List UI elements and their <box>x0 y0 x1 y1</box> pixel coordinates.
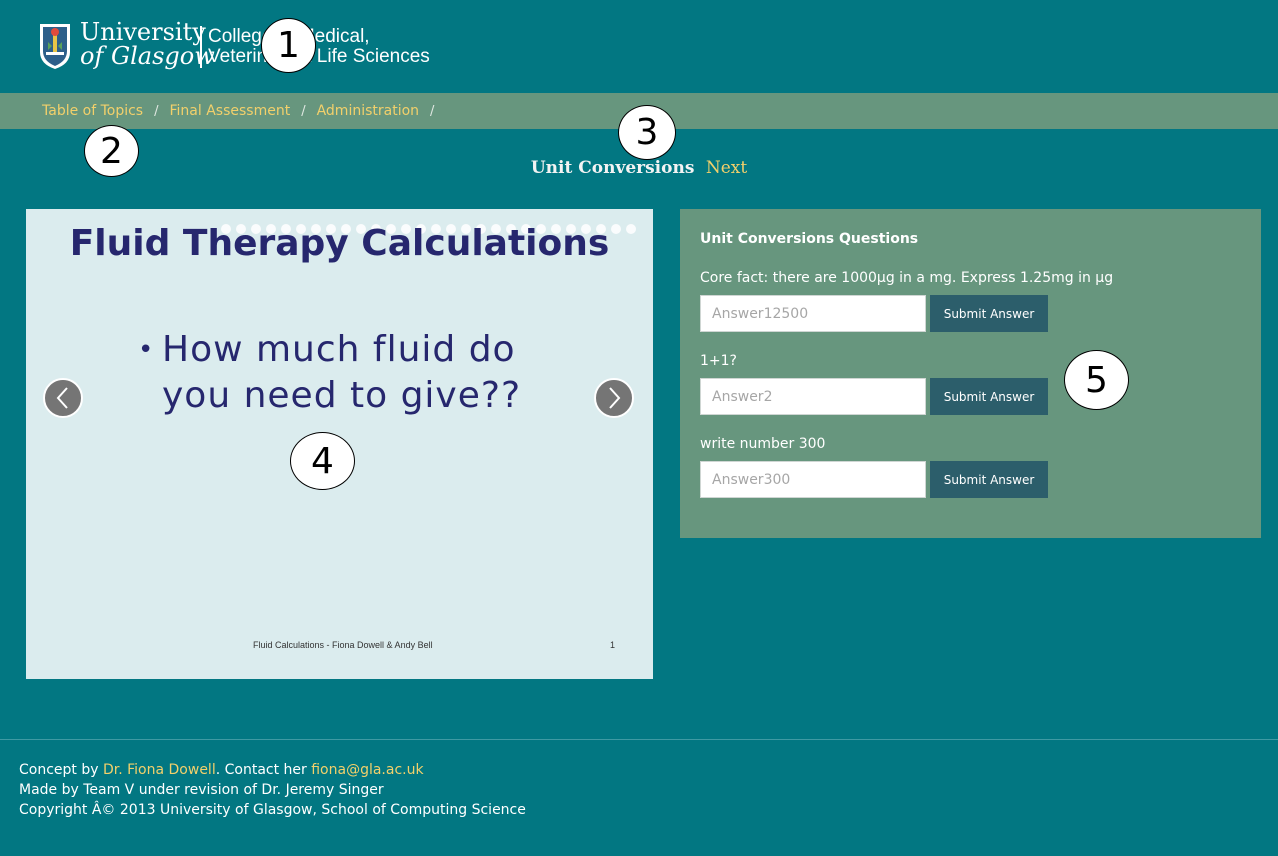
breadcrumb-table-of-topics[interactable]: Table of Topics <box>42 103 143 119</box>
crest-icon <box>40 24 70 69</box>
site-footer: Concept by Dr. Fiona Dowell. Contact her… <box>19 760 526 820</box>
answer-row: Submit Answer <box>700 378 1240 415</box>
question-label: 1+1? <box>700 353 737 369</box>
university-name-line1: University <box>80 18 206 46</box>
logo-divider <box>200 26 202 68</box>
breadcrumb-separator: / <box>301 103 306 119</box>
footer-made-by: Made by Team V under revision of Dr. Jer… <box>19 782 384 798</box>
callout-marker-5: 5 <box>1064 350 1129 410</box>
answer-row: Submit Answer <box>700 295 1240 332</box>
slide-page-number: 1 <box>610 640 616 650</box>
callout-marker-4: 4 <box>290 432 355 490</box>
question-1: Core fact: there are 1000µg in a mg. Exp… <box>700 270 1240 332</box>
university-name: University of Glasgow <box>80 20 215 68</box>
slide-title: Fluid Therapy Calculations <box>69 223 610 264</box>
question-label: write number 300 <box>700 436 826 452</box>
chevron-right-icon <box>609 387 621 409</box>
university-logo[interactable]: University of Glasgow College of Medical… <box>38 20 438 74</box>
question-2: 1+1? Submit Answer <box>700 353 1240 415</box>
next-slide-button[interactable] <box>594 378 634 418</box>
submit-answer-button[interactable]: Submit Answer <box>930 378 1048 415</box>
page-title-row: Unit Conversions Next <box>0 158 1278 178</box>
slide-bullet-line1: How much fluid do <box>162 329 516 370</box>
answer-input[interactable] <box>700 461 926 498</box>
breadcrumb-separator: / <box>154 103 159 119</box>
footer-concept-prefix: Concept by <box>19 762 103 778</box>
previous-slide-button[interactable] <box>43 378 83 418</box>
submit-answer-button[interactable]: Submit Answer <box>930 461 1048 498</box>
breadcrumb-final-assessment[interactable]: Final Assessment <box>170 103 291 119</box>
slide-footer: Fluid Calculations - Fiona Dowell & Andy… <box>253 640 433 650</box>
college-name-line2: Veterinary & Life Sciences <box>208 46 430 67</box>
callout-marker-2: 2 <box>84 125 139 177</box>
footer-contact-prefix: . Contact her <box>215 762 312 778</box>
chevron-left-icon <box>56 387 68 409</box>
submit-answer-button[interactable]: Submit Answer <box>930 295 1048 332</box>
questions-panel: Unit Conversions Questions Core fact: th… <box>680 209 1261 538</box>
breadcrumb-list: Table of Topics / Final Assessment / Adm… <box>42 93 445 129</box>
footer-concept-line: Concept by Dr. Fiona Dowell. Contact her… <box>19 760 526 780</box>
email-link[interactable]: fiona@gla.ac.uk <box>311 762 423 778</box>
answer-input[interactable] <box>700 295 926 332</box>
breadcrumb-separator: / <box>430 103 435 119</box>
site-header: University of Glasgow College of Medical… <box>0 0 1278 93</box>
questions-title: Unit Conversions Questions <box>700 231 919 247</box>
breadcrumb-administration[interactable]: Administration <box>317 103 419 119</box>
callout-marker-3: 3 <box>618 105 676 160</box>
bullet-symbol: • <box>138 335 155 365</box>
slide-bullet: • How much fluid do you need to give?? <box>138 327 568 419</box>
author-link[interactable]: Dr. Fiona Dowell <box>103 762 216 778</box>
answer-row: Submit Answer <box>700 461 1240 498</box>
callout-marker-1: 1 <box>261 18 316 73</box>
question-3: write number 300 Submit Answer <box>700 436 1240 498</box>
footer-divider <box>0 739 1278 740</box>
page-title: Unit Conversions <box>530 158 695 178</box>
college-name-line1: College of Medical, <box>208 26 370 47</box>
slide-bullet-line2: you need to give?? <box>162 375 522 416</box>
question-label: Core fact: there are 1000µg in a mg. Exp… <box>700 270 1114 286</box>
university-name-line2: of Glasgow <box>80 42 215 70</box>
answer-input[interactable] <box>700 378 926 415</box>
college-name: College of Medical, Veterinary & Life Sc… <box>208 27 430 67</box>
footer-copyright: Copyright Â© 2013 University of Glasgow,… <box>19 802 526 818</box>
next-link[interactable]: Next <box>706 158 747 178</box>
